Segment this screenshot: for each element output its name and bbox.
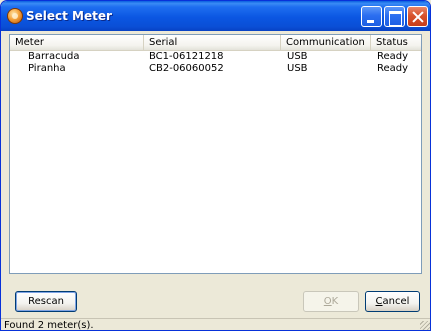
table-row[interactable]: Barracuda BC1-06121218 USB Ready [10,51,421,63]
select-meter-dialog: Select Meter Meter Serial Communication … [0,0,431,331]
column-header-status[interactable]: Status [371,35,421,51]
meter-app-icon[interactable] [7,8,23,24]
rescan-button[interactable]: Rescan [15,291,77,312]
ok-label-rest: K [331,296,339,307]
window-title: Select Meter [26,9,112,23]
communication-cell: USB [287,63,308,74]
minimize-button[interactable] [361,6,382,27]
table-row[interactable]: Piranha CB2-06060052 USB Ready [10,63,421,75]
meter-cell: Barracuda [28,51,80,62]
communication-cell: USB [287,51,308,62]
maximize-button[interactable] [384,6,405,27]
column-header-serial[interactable]: Serial [144,35,281,51]
meter-list[interactable]: Meter Serial Communication Status Barrac… [9,34,422,274]
column-header-communication[interactable]: Communication [281,35,371,51]
resize-grip-icon[interactable] [420,321,430,330]
status-bar: Found 2 meter(s). [1,318,430,331]
column-header-meter[interactable]: Meter [10,35,144,51]
list-header: Meter Serial Communication Status [10,35,421,51]
meter-cell: Piranha [28,63,66,74]
ok-button[interactable]: OK [303,291,359,312]
cancel-button[interactable]: Cancel [365,291,420,312]
cancel-label-rest: ancel [382,296,410,307]
serial-cell: BC1-06121218 [149,51,224,62]
status-text: Found 2 meter(s). [4,320,94,331]
status-cell: Ready [377,63,409,74]
cancel-mnemonic: C [375,296,383,307]
close-button[interactable] [407,6,428,27]
ok-mnemonic: O [323,296,332,307]
title-bar[interactable]: Select Meter [1,1,430,31]
status-cell: Ready [377,51,409,62]
serial-cell: CB2-06060052 [149,63,224,74]
